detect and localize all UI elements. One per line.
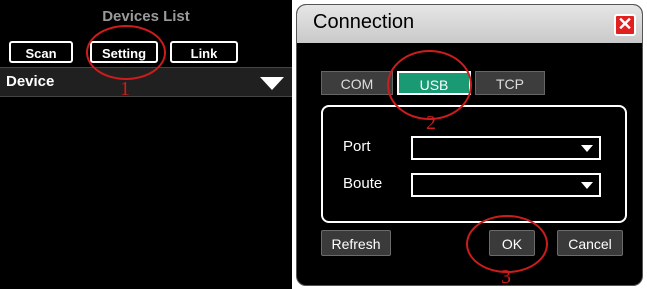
annotation-number-3: 3 xyxy=(501,266,511,288)
tab-tcp[interactable]: TCP xyxy=(475,71,545,95)
close-icon: ✕ xyxy=(617,14,633,34)
chevron-down-icon xyxy=(581,182,593,189)
boute-label: Boute xyxy=(343,175,383,192)
scan-button[interactable]: Scan xyxy=(9,41,73,63)
refresh-button[interactable]: Refresh xyxy=(321,230,391,256)
link-button[interactable]: Link xyxy=(170,41,238,63)
device-label: Device xyxy=(6,73,55,90)
chevron-down-icon xyxy=(581,145,593,152)
dialog-title: Connection xyxy=(313,11,415,33)
boute-select[interactable] xyxy=(411,173,601,197)
dialog-header: Connection ✕ xyxy=(297,5,642,43)
annotation-circle-1 xyxy=(86,25,166,80)
annotation-number-1: 1 xyxy=(120,78,130,100)
port-select[interactable] xyxy=(411,136,601,160)
settings-group: Port Boute xyxy=(321,105,627,223)
annotation-circle-3 xyxy=(466,215,548,273)
cancel-button[interactable]: Cancel xyxy=(557,230,623,256)
annotation-circle-2 xyxy=(387,50,472,120)
port-label: Port xyxy=(343,138,371,155)
close-button[interactable]: ✕ xyxy=(614,14,636,36)
annotation-number-2: 2 xyxy=(426,112,436,134)
chevron-down-icon xyxy=(260,77,284,90)
tab-com[interactable]: COM xyxy=(321,71,393,95)
